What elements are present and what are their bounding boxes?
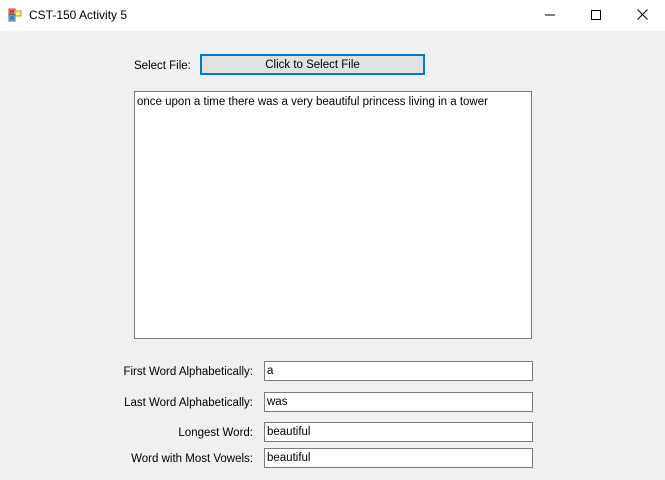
select-file-button-label: Click to Select File — [265, 58, 360, 71]
close-icon — [636, 8, 648, 23]
most-vowels-field[interactable]: beautiful — [264, 448, 533, 468]
close-button[interactable] — [619, 0, 665, 31]
title-bar[interactable]: CST-150 Activity 5 — [0, 0, 665, 31]
first-word-field[interactable]: a — [264, 361, 533, 381]
maximize-button[interactable] — [573, 0, 619, 31]
maximize-icon — [591, 9, 601, 23]
select-file-button[interactable]: Click to Select File — [200, 54, 425, 75]
longest-word-field[interactable]: beautiful — [264, 422, 533, 442]
last-word-field[interactable]: was — [264, 392, 533, 412]
longest-word-label: Longest Word: — [178, 427, 253, 439]
minimize-button[interactable] — [527, 0, 573, 31]
minimize-icon — [545, 9, 555, 23]
app-icon — [8, 8, 22, 22]
most-vowels-label: Word with Most Vowels: — [131, 453, 253, 465]
select-file-label: Select File: — [134, 60, 191, 72]
first-word-label: First Word Alphabetically: — [123, 366, 253, 378]
window-title: CST-150 Activity 5 — [29, 8, 128, 22]
last-word-label: Last Word Alphabetically: — [124, 397, 253, 409]
file-content-textbox[interactable]: once upon a time there was a very beauti… — [134, 91, 532, 339]
app-window: CST-150 Activity 5 Select File: Click to… — [0, 0, 665, 480]
